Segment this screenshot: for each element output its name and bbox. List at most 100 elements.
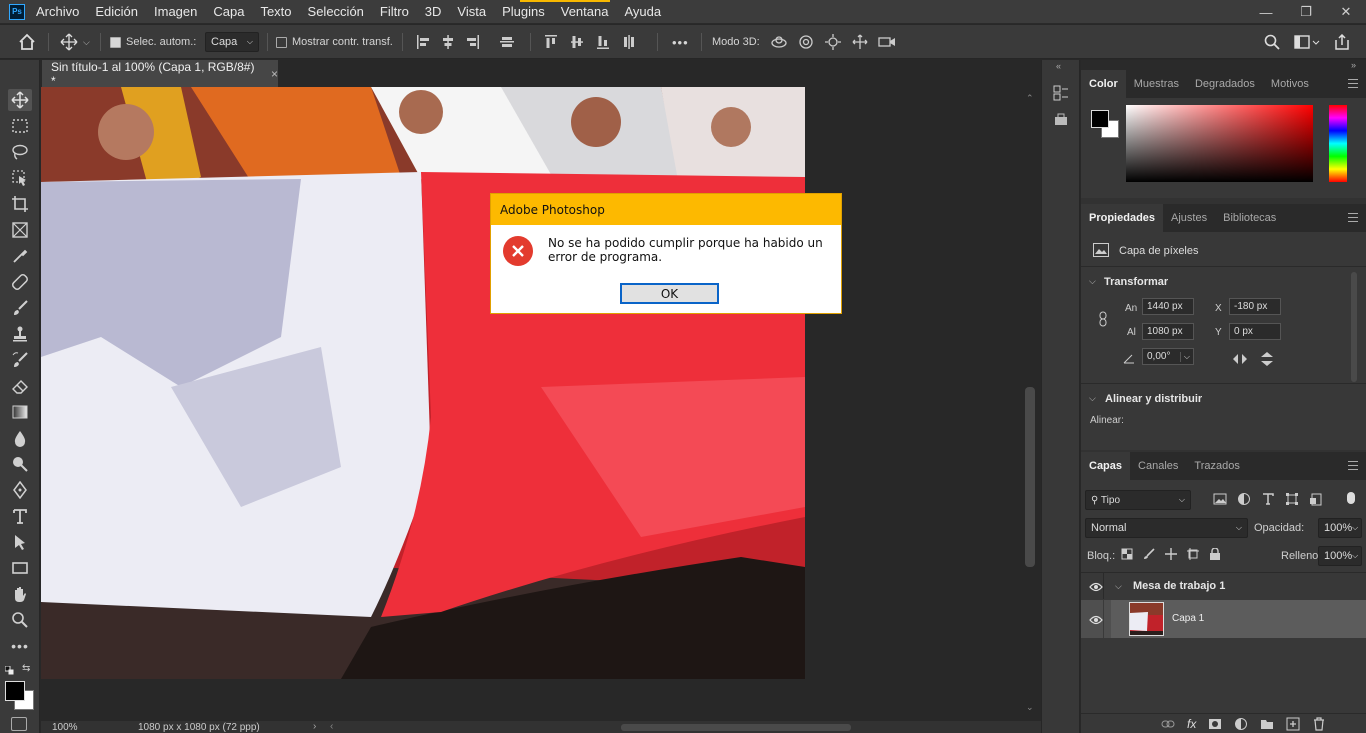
quick-mask-icon[interactable] xyxy=(11,717,27,731)
filter-shape-icon[interactable] xyxy=(1285,492,1299,506)
menu-plugins[interactable]: Plugins xyxy=(502,0,545,24)
align-top-icon[interactable] xyxy=(544,34,558,50)
artboard-row[interactable]: ⌵ Mesa de trabajo 1 xyxy=(1081,573,1366,599)
zoom-level[interactable]: 100% xyxy=(52,722,78,733)
eye-icon[interactable] xyxy=(1089,581,1103,595)
tab-color[interactable]: Color xyxy=(1081,70,1126,98)
gradient-tool-icon[interactable] xyxy=(8,401,32,423)
auto-select-dropdown[interactable]: Capa ⌵ xyxy=(205,32,259,52)
close-window-button[interactable]: ✕ xyxy=(1326,0,1366,24)
home-icon[interactable] xyxy=(18,25,36,59)
fx-icon[interactable]: fx xyxy=(1187,717,1196,731)
rectangle-tool-icon[interactable] xyxy=(8,557,32,579)
vertical-scrollbar[interactable]: ⌃ ⌄ xyxy=(1022,87,1038,721)
orbit-3d-icon[interactable] xyxy=(770,34,788,50)
scroll-left-icon[interactable]: ‹ xyxy=(330,721,333,732)
align-middle-icon[interactable] xyxy=(570,34,584,50)
link-dimensions-icon[interactable] xyxy=(1098,311,1108,330)
scroll-up-icon[interactable]: ⌃ xyxy=(1026,93,1034,104)
ok-button[interactable]: OK xyxy=(620,283,719,304)
menu-imagen[interactable]: Imagen xyxy=(154,0,197,24)
opacity-field[interactable]: 100% ⌵ xyxy=(1318,518,1362,538)
delete-layer-icon[interactable] xyxy=(1312,717,1326,731)
move-tool-preset-icon[interactable]: ⌵ xyxy=(60,25,90,59)
pen-tool-icon[interactable] xyxy=(8,479,32,501)
angle-field[interactable]: 0,00° ⌵ xyxy=(1142,348,1194,365)
tab-capas[interactable]: Capas xyxy=(1081,452,1131,480)
blend-mode-dropdown[interactable]: Normal ⌵ xyxy=(1085,518,1248,538)
frame-tool-icon[interactable] xyxy=(8,219,32,241)
crop-tool-icon[interactable] xyxy=(8,193,32,215)
zoom-tool-icon[interactable] xyxy=(8,609,32,631)
edit-toolbar-icon[interactable]: ••• xyxy=(8,635,32,657)
horizontal-scroll-thumb[interactable] xyxy=(621,724,851,731)
panel-menu-icon[interactable] xyxy=(1348,79,1358,88)
align-center-h-icon[interactable] xyxy=(441,34,455,50)
blur-tool-icon[interactable] xyxy=(8,427,32,449)
auto-select-checkbox[interactable]: Selec. autom.: xyxy=(110,25,196,59)
default-colors-icon[interactable] xyxy=(4,664,14,675)
share-icon[interactable] xyxy=(1334,34,1350,50)
new-group-icon[interactable] xyxy=(1260,718,1274,730)
filter-smart-object-icon[interactable] xyxy=(1309,492,1323,506)
filter-type-icon[interactable] xyxy=(1261,492,1275,506)
menu-texto[interactable]: Texto xyxy=(260,0,291,24)
swap-colors-icon[interactable]: ⇆ xyxy=(22,663,30,674)
new-layer-icon[interactable] xyxy=(1286,717,1300,731)
slide-3d-icon[interactable] xyxy=(851,34,869,50)
restore-button[interactable]: ❐ xyxy=(1286,0,1326,24)
align-right-icon[interactable] xyxy=(466,34,480,50)
align-section-chevron-icon[interactable]: ⌵ xyxy=(1089,393,1096,404)
menu-3d[interactable]: 3D xyxy=(425,0,442,24)
lock-all-icon[interactable] xyxy=(1209,548,1221,560)
x-field[interactable]: -180 px xyxy=(1229,298,1281,315)
transform-chevron-icon[interactable]: ⌵ xyxy=(1089,276,1096,287)
panel-menu-icon[interactable] xyxy=(1348,213,1358,222)
distribute-h-icon[interactable] xyxy=(499,34,515,50)
scale-3d-icon[interactable] xyxy=(878,34,896,50)
color-field[interactable] xyxy=(1126,105,1313,182)
lock-transparent-icon[interactable] xyxy=(1121,548,1133,560)
color-foreground-swatch[interactable] xyxy=(1091,110,1109,128)
pan-3d-icon[interactable] xyxy=(824,34,842,50)
tab-motivos[interactable]: Motivos xyxy=(1263,70,1317,98)
tab-propiedades[interactable]: Propiedades xyxy=(1081,204,1164,232)
roll-3d-icon[interactable] xyxy=(797,34,815,50)
add-mask-icon[interactable] xyxy=(1208,718,1222,730)
history-panel-icon[interactable] xyxy=(1053,84,1069,105)
dodge-tool-icon[interactable] xyxy=(8,453,32,475)
brush-tool-icon[interactable] xyxy=(8,297,32,319)
tab-bibliotecas[interactable]: Bibliotecas xyxy=(1215,204,1284,232)
more-options-button[interactable]: ••• xyxy=(672,25,689,59)
fill-field[interactable]: 100% ⌵ xyxy=(1318,546,1362,566)
filter-toggle-switch[interactable] xyxy=(1347,492,1355,504)
type-tool-icon[interactable] xyxy=(8,505,32,527)
menu-vista[interactable]: Vista xyxy=(457,0,486,24)
width-field[interactable]: 1440 px xyxy=(1142,298,1194,315)
menu-edicion[interactable]: Edición xyxy=(95,0,138,24)
lock-paint-icon[interactable] xyxy=(1143,548,1155,560)
eraser-tool-icon[interactable] xyxy=(8,375,32,397)
menu-archivo[interactable]: Archivo xyxy=(36,0,79,24)
collapse-panels-icon[interactable]: » xyxy=(1351,60,1356,70)
lasso-tool-icon[interactable] xyxy=(8,141,32,163)
new-adjustment-icon[interactable] xyxy=(1234,717,1248,731)
hand-tool-icon[interactable] xyxy=(8,583,32,605)
search-icon[interactable] xyxy=(1264,34,1280,50)
link-layers-icon[interactable] xyxy=(1161,718,1175,730)
filter-pixel-icon[interactable] xyxy=(1213,492,1227,506)
eye-icon[interactable] xyxy=(1089,614,1103,628)
menu-filtro[interactable]: Filtro xyxy=(380,0,409,24)
height-field[interactable]: 1080 px xyxy=(1142,323,1194,340)
lock-artboard-icon[interactable] xyxy=(1187,548,1199,560)
tool-presets-icon[interactable] xyxy=(1053,113,1069,130)
filter-adjustment-icon[interactable] xyxy=(1237,492,1251,506)
clone-stamp-tool-icon[interactable] xyxy=(8,323,32,345)
eyedropper-tool-icon[interactable] xyxy=(8,245,32,267)
document-tab[interactable]: Sin título-1 al 100% (Capa 1, RGB/8#) * … xyxy=(42,60,278,88)
tab-muestras[interactable]: Muestras xyxy=(1126,70,1187,98)
flip-horizontal-icon[interactable] xyxy=(1232,353,1248,368)
history-brush-tool-icon[interactable] xyxy=(8,349,32,371)
foreground-color-swatch[interactable] xyxy=(5,681,25,701)
tab-canales[interactable]: Canales xyxy=(1130,452,1186,480)
